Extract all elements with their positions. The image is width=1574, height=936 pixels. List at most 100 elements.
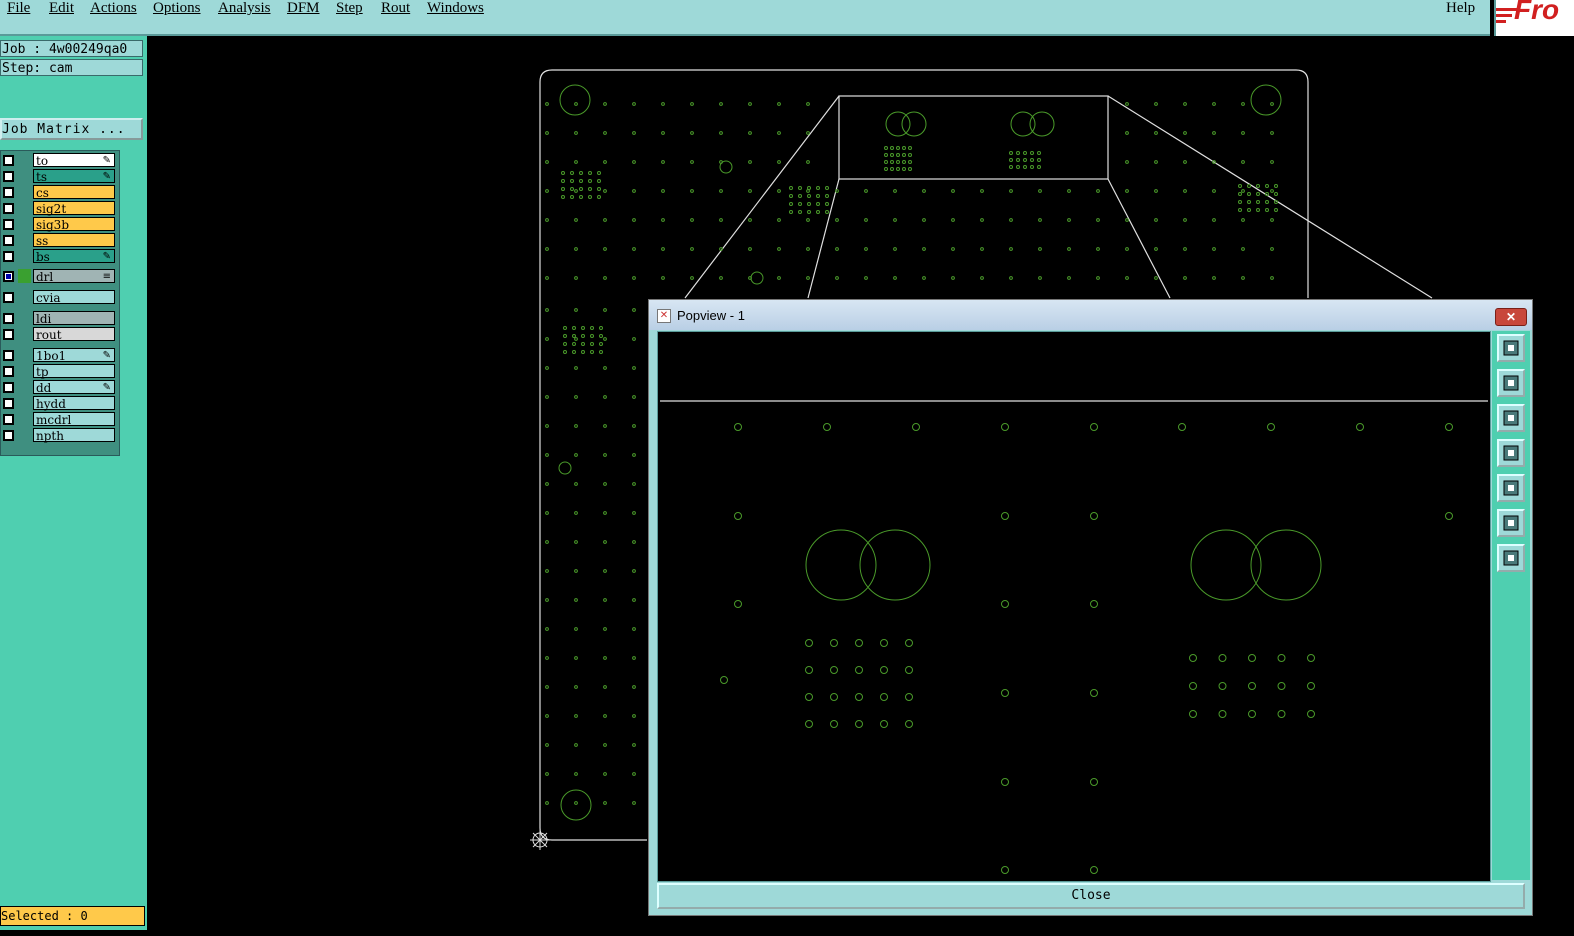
layer-name[interactable]: sig3b	[33, 217, 115, 232]
popview-canvas[interactable]	[657, 331, 1491, 882]
layer-row-drl[interactable]: drl ≡	[1, 269, 117, 284]
menu-file[interactable]: File	[7, 0, 30, 17]
drill-hole	[1265, 200, 1269, 204]
layer-name[interactable]: npth	[33, 428, 115, 443]
layer-checkbox[interactable]	[3, 329, 14, 340]
layer-checkbox[interactable]	[3, 203, 14, 214]
zoom-fit-button[interactable]	[1497, 509, 1525, 537]
layer-row-ts[interactable]: ts ✎	[1, 169, 117, 184]
layer-name[interactable]: hydd	[33, 396, 115, 411]
menu-rout[interactable]: Rout	[381, 0, 410, 17]
layer-name[interactable]: ts ✎	[33, 169, 115, 184]
drill-hole	[789, 186, 793, 190]
close-button[interactable]: Close	[657, 883, 1525, 909]
drill-hole	[545, 598, 549, 602]
layer-checkbox[interactable]	[3, 187, 14, 198]
menu-analysis[interactable]: Analysis	[218, 0, 271, 17]
drill-hole	[1178, 423, 1186, 431]
layer-name[interactable]: ss	[33, 233, 115, 248]
menu-windows[interactable]: Windows	[427, 0, 484, 17]
drill-hole	[1001, 866, 1009, 874]
menu-actions[interactable]: Actions	[90, 0, 137, 17]
layer-row-dd[interactable]: dd ✎	[1, 380, 117, 395]
drill-hole	[574, 714, 578, 718]
layer-checkbox[interactable]	[3, 313, 14, 324]
via-ring	[805, 529, 877, 601]
layer-checkbox[interactable]	[3, 398, 14, 409]
layer-name[interactable]: rout	[33, 327, 115, 342]
drill-hole	[1001, 423, 1009, 431]
layer-row-cs[interactable]: cs	[1, 185, 117, 200]
mounting-hole	[1250, 84, 1282, 116]
layer-row-ldi[interactable]: ldi	[1, 311, 117, 326]
layer-row-1bo1[interactable]: 1bo1 ✎	[1, 348, 117, 363]
menu-edit[interactable]: Edit	[49, 0, 74, 17]
drill-hole	[545, 218, 549, 222]
drill-hole	[545, 714, 549, 718]
layer-checkbox[interactable]	[3, 271, 14, 282]
layer-name[interactable]: cvia	[33, 290, 115, 305]
layer-name[interactable]: 1bo1 ✎	[33, 348, 115, 363]
drill-hole	[632, 453, 636, 457]
layer-checkbox[interactable]	[3, 292, 14, 303]
drill-hole	[1067, 247, 1071, 251]
layer-row-sig3b[interactable]: sig3b	[1, 217, 117, 232]
layer-checkbox[interactable]	[3, 219, 14, 230]
layer-row-sig2t[interactable]: sig2t	[1, 201, 117, 216]
layer-checkbox[interactable]	[3, 251, 14, 262]
popview-titlebar[interactable]: ✕ Popview - 1 ✕	[649, 300, 1532, 330]
logo-text: Fro	[1514, 0, 1560, 25]
popview-region	[838, 95, 1109, 180]
drill-hole	[1274, 200, 1278, 204]
layer-row-hydd[interactable]: hydd	[1, 396, 117, 411]
layer-checkbox[interactable]	[3, 235, 14, 246]
layer-checkbox[interactable]	[3, 155, 14, 166]
layer-checkbox[interactable]	[3, 171, 14, 182]
job-matrix-button[interactable]: Job Matrix ...	[0, 118, 143, 140]
layer-row-rout[interactable]: rout	[1, 327, 117, 342]
pan-right-button[interactable]	[1497, 474, 1525, 502]
menu-step[interactable]: Step	[336, 0, 363, 17]
drill-hole	[545, 160, 549, 164]
layer-row-mcdrl[interactable]: mcdrl	[1, 412, 117, 427]
drill-hole	[1445, 423, 1453, 431]
layer-name[interactable]: bs ✎	[33, 249, 115, 264]
layer-row-cvia[interactable]: cvia	[1, 290, 117, 305]
drill-hole	[1267, 423, 1275, 431]
menu-options[interactable]: Options	[153, 0, 201, 17]
zoom-window-button[interactable]	[1497, 334, 1525, 362]
drill-hole	[748, 160, 752, 164]
menu-dfm[interactable]: DFM	[287, 0, 320, 17]
layer-row-tp[interactable]: tp	[1, 364, 117, 379]
center-button[interactable]	[1497, 544, 1525, 572]
menu-help[interactable]: Help	[1446, 0, 1475, 17]
drill-hole	[599, 342, 603, 346]
layer-row-to[interactable]: to ✎	[1, 153, 117, 168]
drill-hole	[545, 685, 549, 689]
drill-hole	[748, 247, 752, 251]
layer-name[interactable]: mcdrl	[33, 412, 115, 427]
layer-row-ss[interactable]: ss	[1, 233, 117, 248]
layer-name[interactable]: dd ✎	[33, 380, 115, 395]
layer-name[interactable]: ldi	[33, 311, 115, 326]
layer-row-npth[interactable]: npth	[1, 428, 117, 443]
drill-hole	[748, 189, 752, 193]
layer-row-bs[interactable]: bs ✎	[1, 249, 117, 264]
pan-down-button[interactable]	[1497, 404, 1525, 432]
pan-left-button[interactable]	[1497, 439, 1525, 467]
drill-hole	[1001, 512, 1009, 520]
window-close-button[interactable]: ✕	[1495, 308, 1527, 326]
drill-hole	[570, 195, 574, 199]
layer-checkbox[interactable]	[3, 382, 14, 393]
layer-name[interactable]: tp	[33, 364, 115, 379]
layer-name[interactable]: cs	[33, 185, 115, 200]
layer-checkbox[interactable]	[3, 430, 14, 441]
pan-up-button[interactable]	[1497, 369, 1525, 397]
layer-checkbox[interactable]	[3, 366, 14, 377]
layer-checkbox[interactable]	[3, 350, 14, 361]
popview-window: ✕ Popview - 1 ✕ Close	[648, 299, 1533, 916]
layer-name[interactable]: to ✎	[33, 153, 115, 168]
layer-name[interactable]: sig2t	[33, 201, 115, 216]
layer-name[interactable]: drl ≡	[33, 269, 115, 284]
layer-checkbox[interactable]	[3, 414, 14, 425]
